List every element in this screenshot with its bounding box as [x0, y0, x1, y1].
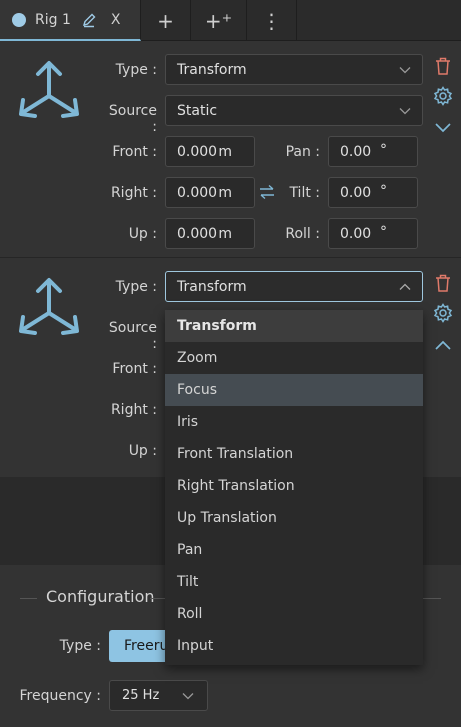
frequency-label: Frequency :: [19, 688, 102, 704]
unit-label: °: [380, 224, 387, 240]
gear-icon[interactable]: [433, 303, 453, 323]
unit-label: m: [218, 226, 232, 242]
right-value: 0.000: [177, 184, 218, 201]
type-label: Type :: [115, 279, 157, 295]
chevron-down-icon: [182, 693, 194, 700]
tilt-label: Tilt :: [289, 185, 320, 201]
trash-icon[interactable]: [433, 56, 453, 76]
source-label: Source :: [108, 103, 157, 135]
axes-icon: [19, 61, 79, 118]
source-label: Source :: [108, 320, 157, 352]
type-select-open[interactable]: Transform: [165, 271, 423, 302]
up-label: Up :: [128, 443, 157, 459]
roll-label: Roll :: [285, 226, 320, 242]
right-label: Right :: [110, 185, 157, 201]
pan-value: 0.00: [340, 143, 372, 160]
up-value: 0.000: [177, 225, 218, 242]
roll-value: 0.00: [340, 225, 372, 242]
rig-color-dot: [12, 12, 26, 27]
swap-icon[interactable]: [258, 184, 276, 200]
frequency-value: 25 Hz: [122, 688, 160, 703]
tab-label: Rig 1: [35, 11, 71, 28]
dropdown-option[interactable]: Up Translation: [165, 502, 423, 534]
roll-input[interactable]: 0.00 °: [328, 218, 418, 249]
type-value: Transform: [177, 278, 247, 295]
dropdown-option[interactable]: Iris: [165, 406, 423, 438]
chevron-down-icon[interactable]: [433, 118, 453, 138]
dropdown-option[interactable]: Right Translation: [165, 470, 423, 502]
front-value: 0.000: [177, 143, 218, 160]
dropdown-option[interactable]: Input: [165, 630, 423, 662]
type-select[interactable]: Transform: [165, 54, 423, 85]
front-label: Front :: [112, 144, 157, 160]
config-type-label: Type :: [59, 638, 101, 654]
unit-label: °: [380, 142, 387, 158]
unit-label: m: [218, 144, 232, 160]
tab-rig-1[interactable]: Rig 1 X: [0, 0, 141, 41]
type-value: Transform: [177, 61, 247, 78]
pan-input[interactable]: 0.00 °: [328, 136, 418, 167]
dropdown-option[interactable]: Focus: [165, 374, 423, 406]
dropdown-option[interactable]: Zoom: [165, 342, 423, 374]
front-input[interactable]: 0.000 m: [165, 136, 255, 167]
source-select[interactable]: Static: [165, 95, 423, 126]
frequency-select[interactable]: 25 Hz: [109, 680, 208, 711]
dropdown-option[interactable]: Tilt: [165, 566, 423, 598]
tilt-input[interactable]: 0.00 °: [328, 177, 418, 208]
pan-label: Pan :: [285, 144, 320, 160]
add-special-tab-button[interactable]: +⁺: [191, 0, 247, 41]
pencil-icon[interactable]: [81, 12, 97, 28]
dropdown-option[interactable]: Roll: [165, 598, 423, 630]
divider: [20, 598, 37, 599]
rig-panel-1: Type : Transform Source : Static Front :…: [0, 42, 461, 258]
dropdown-option[interactable]: Transform: [165, 310, 423, 342]
type-label: Type :: [115, 62, 157, 78]
tab-menu-button[interactable]: ⋮: [247, 0, 297, 41]
unit-label: m: [218, 185, 232, 201]
chevron-down-icon: [399, 67, 411, 74]
right-label: Right :: [110, 402, 157, 418]
source-value: Static: [177, 102, 218, 119]
chevron-up-icon: [399, 283, 411, 290]
up-label: Up :: [128, 226, 157, 242]
dropdown-option[interactable]: Front Translation: [165, 438, 423, 470]
close-tab-button[interactable]: X: [111, 12, 121, 28]
tab-bar: Rig 1 X + +⁺ ⋮: [0, 0, 461, 41]
right-input[interactable]: 0.000 m: [165, 177, 255, 208]
chevron-down-icon: [399, 108, 411, 115]
dropdown-option[interactable]: Pan: [165, 534, 423, 566]
trash-icon[interactable]: [433, 273, 453, 293]
tilt-value: 0.00: [340, 184, 372, 201]
freerun-button[interactable]: Freeru: [109, 630, 169, 662]
add-tab-button[interactable]: +: [141, 0, 191, 41]
axes-icon: [19, 278, 79, 335]
front-label: Front :: [112, 361, 157, 377]
chevron-up-icon[interactable]: [433, 335, 453, 355]
type-dropdown-list: Transform Zoom Focus Iris Front Translation R…: [165, 310, 423, 665]
unit-label: °: [380, 183, 387, 199]
configuration-title: Configuration: [46, 587, 155, 606]
up-input[interactable]: 0.000 m: [165, 218, 255, 249]
gear-icon[interactable]: [433, 86, 453, 106]
